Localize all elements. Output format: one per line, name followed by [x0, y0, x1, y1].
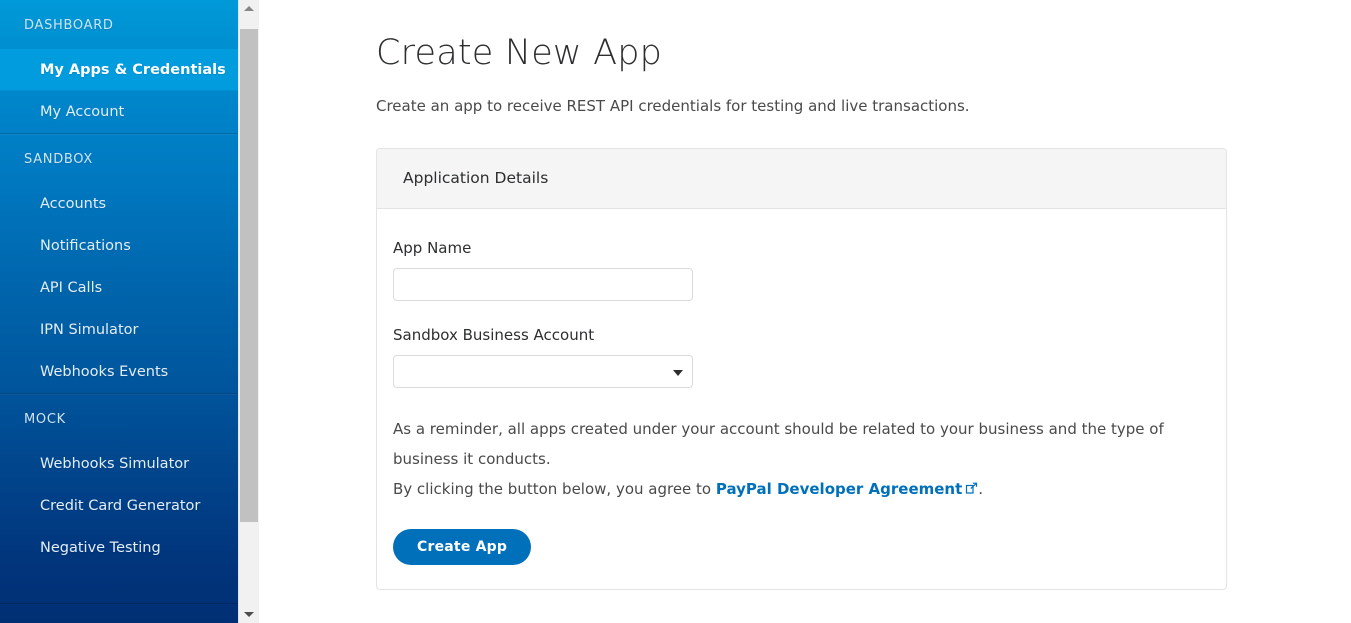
card-body: App Name Sandbox Business Account As a r… — [377, 209, 1226, 589]
sandbox-account-select[interactable] — [393, 355, 693, 388]
sandbox-account-field-group: Sandbox Business Account — [393, 325, 1200, 388]
sidebar-item-webhooks-simulator[interactable]: Webhooks Simulator — [0, 443, 238, 485]
agreement-suffix-text: . — [978, 480, 984, 498]
sidebar-item-notifications[interactable]: Notifications — [0, 225, 238, 267]
app-name-field-group: App Name — [393, 238, 1200, 301]
card-header-title: Application Details — [377, 149, 1226, 209]
sandbox-account-label: Sandbox Business Account — [393, 326, 595, 344]
page-title: Create New App — [376, 33, 663, 73]
sidebar-divider — [0, 603, 238, 604]
app-name-label: App Name — [393, 239, 472, 257]
scrollbar-track[interactable] — [239, 17, 259, 606]
paypal-developer-agreement-link[interactable]: PayPal Developer Agreement — [716, 480, 962, 498]
chevron-up-icon — [244, 6, 254, 11]
sidebar-item-webhooks-events[interactable]: Webhooks Events — [0, 351, 238, 393]
sidebar-item-my-apps-and-credentials[interactable]: My Apps & Credentials — [0, 49, 238, 91]
sidebar-section-header-dashboard: DASHBOARD — [24, 18, 114, 33]
sidebar-section-mock: MOCK Webhooks Simulator Credit Card Gene… — [0, 393, 238, 569]
scrollbar-thumb[interactable] — [240, 29, 258, 522]
sidebar-item-api-calls[interactable]: API Calls — [0, 267, 238, 309]
create-app-button[interactable]: Create App — [393, 529, 532, 565]
sandbox-account-select-value[interactable] — [393, 355, 693, 388]
sidebar-section-dashboard: DASHBOARD My Apps & Credentials My Accou… — [0, 0, 238, 133]
sidebar-item-credit-card-generator[interactable]: Credit Card Generator — [0, 485, 238, 527]
scroll-down-arrow-button[interactable] — [239, 606, 259, 623]
app-name-input[interactable] — [393, 268, 693, 301]
app-root: DASHBOARD My Apps & Credentials My Accou… — [0, 0, 1351, 623]
reminder-text: As a reminder, all apps created under yo… — [393, 420, 1164, 468]
sidebar-item-accounts[interactable]: Accounts — [0, 183, 238, 225]
agreement-prefix-text: By clicking the button below, you agree … — [393, 480, 716, 498]
sidebar-item-ipn-simulator[interactable]: IPN Simulator — [0, 309, 238, 351]
external-link-icon — [965, 475, 978, 505]
scroll-up-arrow-button[interactable] — [239, 0, 259, 17]
sidebar-section-header-mock: MOCK — [24, 412, 66, 427]
sidebar-section-sandbox: SANDBOX Accounts Notifications API Calls… — [0, 133, 238, 393]
page-subtitle: Create an app to receive REST API creden… — [376, 97, 970, 115]
chevron-down-icon — [244, 612, 254, 617]
sidebar-item-negative-testing[interactable]: Negative Testing — [0, 527, 238, 569]
sidebar-item-my-account[interactable]: My Account — [0, 91, 238, 133]
sidebar-section-header-sandbox: SANDBOX — [24, 152, 94, 167]
main-content: Create New App Create an app to receive … — [238, 0, 1351, 623]
application-details-card: Application Details App Name Sandbox Bus… — [376, 148, 1227, 590]
sidebar-scrollbar[interactable] — [238, 0, 259, 623]
agreement-line: By clicking the button below, you agree … — [393, 474, 1200, 505]
sidebar: DASHBOARD My Apps & Credentials My Accou… — [0, 0, 238, 623]
